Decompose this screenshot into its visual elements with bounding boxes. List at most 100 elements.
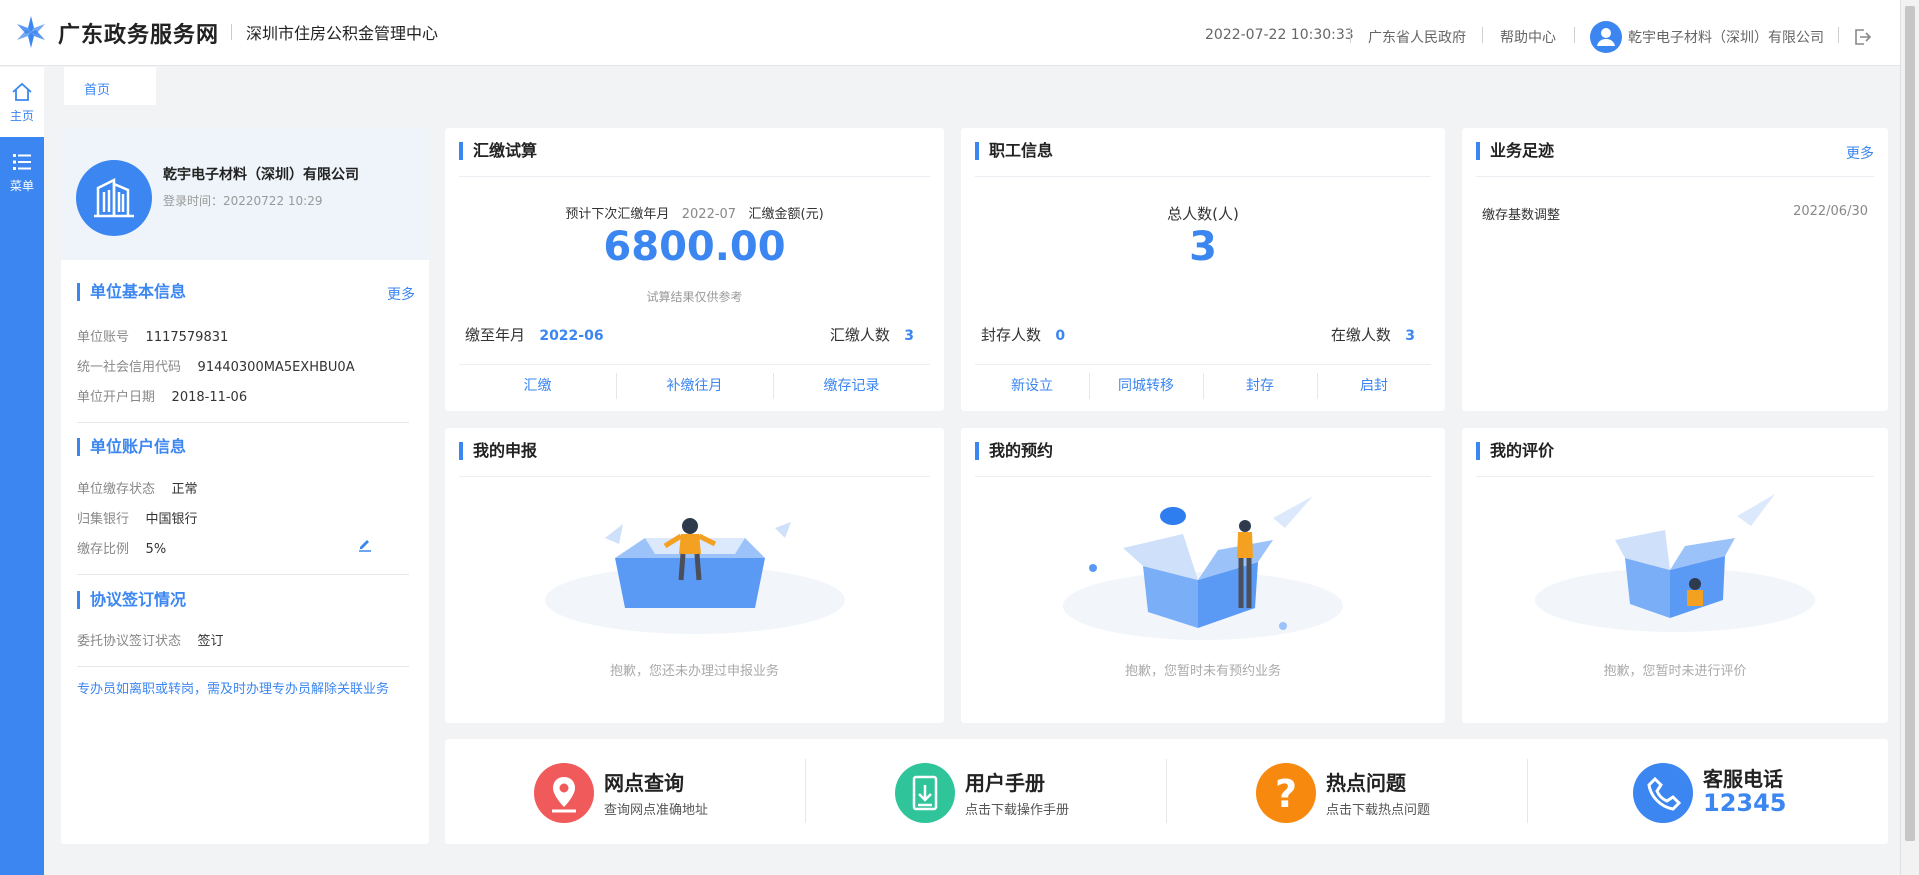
logo-icon bbox=[17, 16, 45, 48]
empty-appointment-illustration bbox=[1063, 496, 1343, 640]
tab-bar: 首页 bbox=[44, 67, 1900, 105]
evaluation-title: 我的评价 bbox=[1476, 442, 1554, 460]
transfer-button[interactable]: 同城转移 bbox=[1089, 365, 1203, 406]
basic-info-more-link[interactable]: 更多 bbox=[387, 284, 415, 304]
agreement-title: 协议签订情况 bbox=[77, 591, 186, 609]
seal-button[interactable]: 封存 bbox=[1203, 365, 1317, 406]
user-avatar-icon[interactable] bbox=[1590, 21, 1622, 53]
service-phone-title: 客服电话 bbox=[1703, 767, 1783, 791]
staff-title: 职工信息 bbox=[975, 142, 1053, 160]
outlet-query-sub: 查询网点准确地址 bbox=[604, 803, 709, 818]
empty-declare-illustration bbox=[544, 518, 845, 634]
phone-icon bbox=[1633, 763, 1693, 823]
service-phone-number: 12345 bbox=[1703, 789, 1787, 817]
scrollbar-thumb[interactable] bbox=[1905, 6, 1915, 841]
quick-links-card: 网点查询 查询网点准确地址 用户手册 点击下载操作手册 ? 热点问题 点击下载热… bbox=[445, 739, 1888, 844]
amount-label: 汇缴金额(元) bbox=[748, 207, 824, 222]
location-pin-icon bbox=[534, 763, 594, 823]
paid-to-value: 2022-06 bbox=[539, 328, 604, 344]
account-label: 单位账号 bbox=[77, 330, 130, 345]
divider bbox=[1476, 176, 1874, 177]
paid-to-label: 缴至年月 bbox=[465, 326, 526, 344]
divider bbox=[77, 422, 409, 423]
user-name[interactable]: 乾宇电子材料（深圳）有限公司 bbox=[1628, 27, 1824, 47]
empty-evaluation-illustration bbox=[1535, 494, 1815, 632]
new-setup-button[interactable]: 新设立 bbox=[975, 365, 1089, 406]
ratio-value: 5% bbox=[145, 542, 167, 557]
unseal-button[interactable]: 启封 bbox=[1317, 365, 1431, 406]
active-count-value: 3 bbox=[1405, 328, 1415, 344]
login-time: 登录时间：20220722 10:29 bbox=[163, 194, 323, 208]
hot-questions-sub: 点击下载热点问题 bbox=[1326, 803, 1431, 818]
bank-label: 归集银行 bbox=[77, 512, 130, 527]
home-icon bbox=[12, 82, 32, 101]
declare-card: 我的申报 抱歉，您还未办理过申报业务 bbox=[445, 428, 944, 723]
svg-text:?: ? bbox=[1275, 772, 1297, 816]
header-divider bbox=[1350, 27, 1351, 43]
divider bbox=[975, 476, 1431, 477]
open-date-label: 单位开户日期 bbox=[77, 390, 156, 405]
total-staff-label: 总人数(人) bbox=[1167, 205, 1239, 223]
user-manual-sub: 点击下载操作手册 bbox=[965, 803, 1070, 818]
divider bbox=[459, 476, 930, 477]
amount-value: 6800.00 bbox=[603, 224, 786, 270]
header-divider bbox=[1838, 27, 1839, 43]
sidebar-item-home[interactable]: 主页 bbox=[0, 67, 44, 137]
appointment-empty-text: 抱歉，您暂时未有预约业务 bbox=[1124, 664, 1281, 679]
list-icon bbox=[13, 154, 31, 170]
header-datetime: 2022-07-22 10:30:33 bbox=[1205, 27, 1354, 43]
gov-link[interactable]: 广东省人民政府 bbox=[1368, 27, 1466, 47]
credit-code-label: 统一社会信用代码 bbox=[77, 360, 182, 375]
calc-actions: 汇缴 补缴往月 缴存记录 bbox=[459, 364, 930, 406]
site-name[interactable]: 广东政务服务网 bbox=[58, 17, 219, 49]
company-building-icon bbox=[76, 160, 152, 236]
active-count-label: 在缴人数 bbox=[1330, 326, 1391, 344]
payer-count-label: 汇缴人数 bbox=[829, 326, 890, 344]
tab-home[interactable]: 首页 bbox=[64, 67, 156, 105]
footprint-item-name[interactable]: 缴存基数调整 bbox=[1482, 204, 1560, 223]
footprint-more-link[interactable]: 更多 bbox=[1846, 143, 1874, 163]
account-value: 1117579831 bbox=[145, 330, 229, 345]
hot-questions-title: 热点问题 bbox=[1326, 771, 1406, 795]
sealed-count-value: 0 bbox=[1055, 328, 1066, 344]
top-header: 广东政务服务网 深圳市住房公积金管理中心 2022-07-22 10:30:33… bbox=[0, 0, 1900, 66]
sidebar-home-label: 主页 bbox=[9, 109, 34, 123]
evaluation-empty-text: 抱歉，您暂时未进行评价 bbox=[1603, 664, 1747, 679]
help-link[interactable]: 帮助中心 bbox=[1500, 27, 1556, 47]
declare-empty-text: 抱歉，您还未办理过申报业务 bbox=[609, 664, 779, 679]
footprint-card: 业务足迹 更多 缴存基数调整 2022/06/30 bbox=[1462, 128, 1888, 411]
scrollbar[interactable] bbox=[1900, 0, 1919, 875]
sidebar: 主页 菜单 bbox=[0, 67, 44, 875]
pay-status-value: 正常 bbox=[171, 482, 198, 497]
back-pay-button[interactable]: 补缴往月 bbox=[616, 365, 773, 406]
basic-info-title: 单位基本信息 bbox=[77, 283, 186, 301]
header-divider bbox=[1574, 27, 1575, 43]
sealed-count-label: 封存人数 bbox=[981, 326, 1042, 344]
calc-note: 试算结果仅供参考 bbox=[646, 290, 743, 304]
footprint-title: 业务足迹 bbox=[1476, 142, 1554, 160]
logout-icon[interactable] bbox=[1852, 27, 1872, 47]
staff-actions: 新设立 同城转移 封存 启封 bbox=[975, 364, 1431, 406]
total-staff-value: 3 bbox=[1189, 224, 1217, 270]
question-mark-icon: ? bbox=[1256, 763, 1316, 823]
notice-link[interactable]: 专办员如离职或转岗，需及时办理专办员解除关联业务 bbox=[77, 678, 389, 697]
pay-button[interactable]: 汇缴 bbox=[459, 365, 616, 406]
divider bbox=[459, 176, 930, 177]
agreement-status-value: 签订 bbox=[197, 634, 224, 649]
evaluation-card: 我的评价 抱歉，您暂时未进行评价 bbox=[1462, 428, 1888, 723]
sidebar-item-menu[interactable]: 菜单 bbox=[0, 137, 44, 875]
header-divider bbox=[231, 24, 232, 40]
ratio-label: 缴存比例 bbox=[77, 542, 130, 557]
bank-value: 中国银行 bbox=[145, 512, 198, 527]
divider bbox=[975, 176, 1431, 177]
agreement-status-label: 委托协议签订状态 bbox=[77, 634, 182, 649]
next-month-label: 预计下次汇缴年月 bbox=[565, 207, 670, 222]
account-info-title: 单位账户信息 bbox=[77, 438, 186, 456]
center-name: 深圳市住房公积金管理中心 bbox=[246, 24, 439, 43]
edit-icon[interactable] bbox=[357, 536, 373, 552]
credit-code-value: 91440300MA5EXHBU0A bbox=[197, 360, 355, 375]
pay-record-button[interactable]: 缴存记录 bbox=[773, 365, 930, 406]
footprint-item-date: 2022/06/30 bbox=[1793, 204, 1868, 219]
divider bbox=[77, 574, 409, 575]
manual-download-icon bbox=[895, 763, 955, 823]
